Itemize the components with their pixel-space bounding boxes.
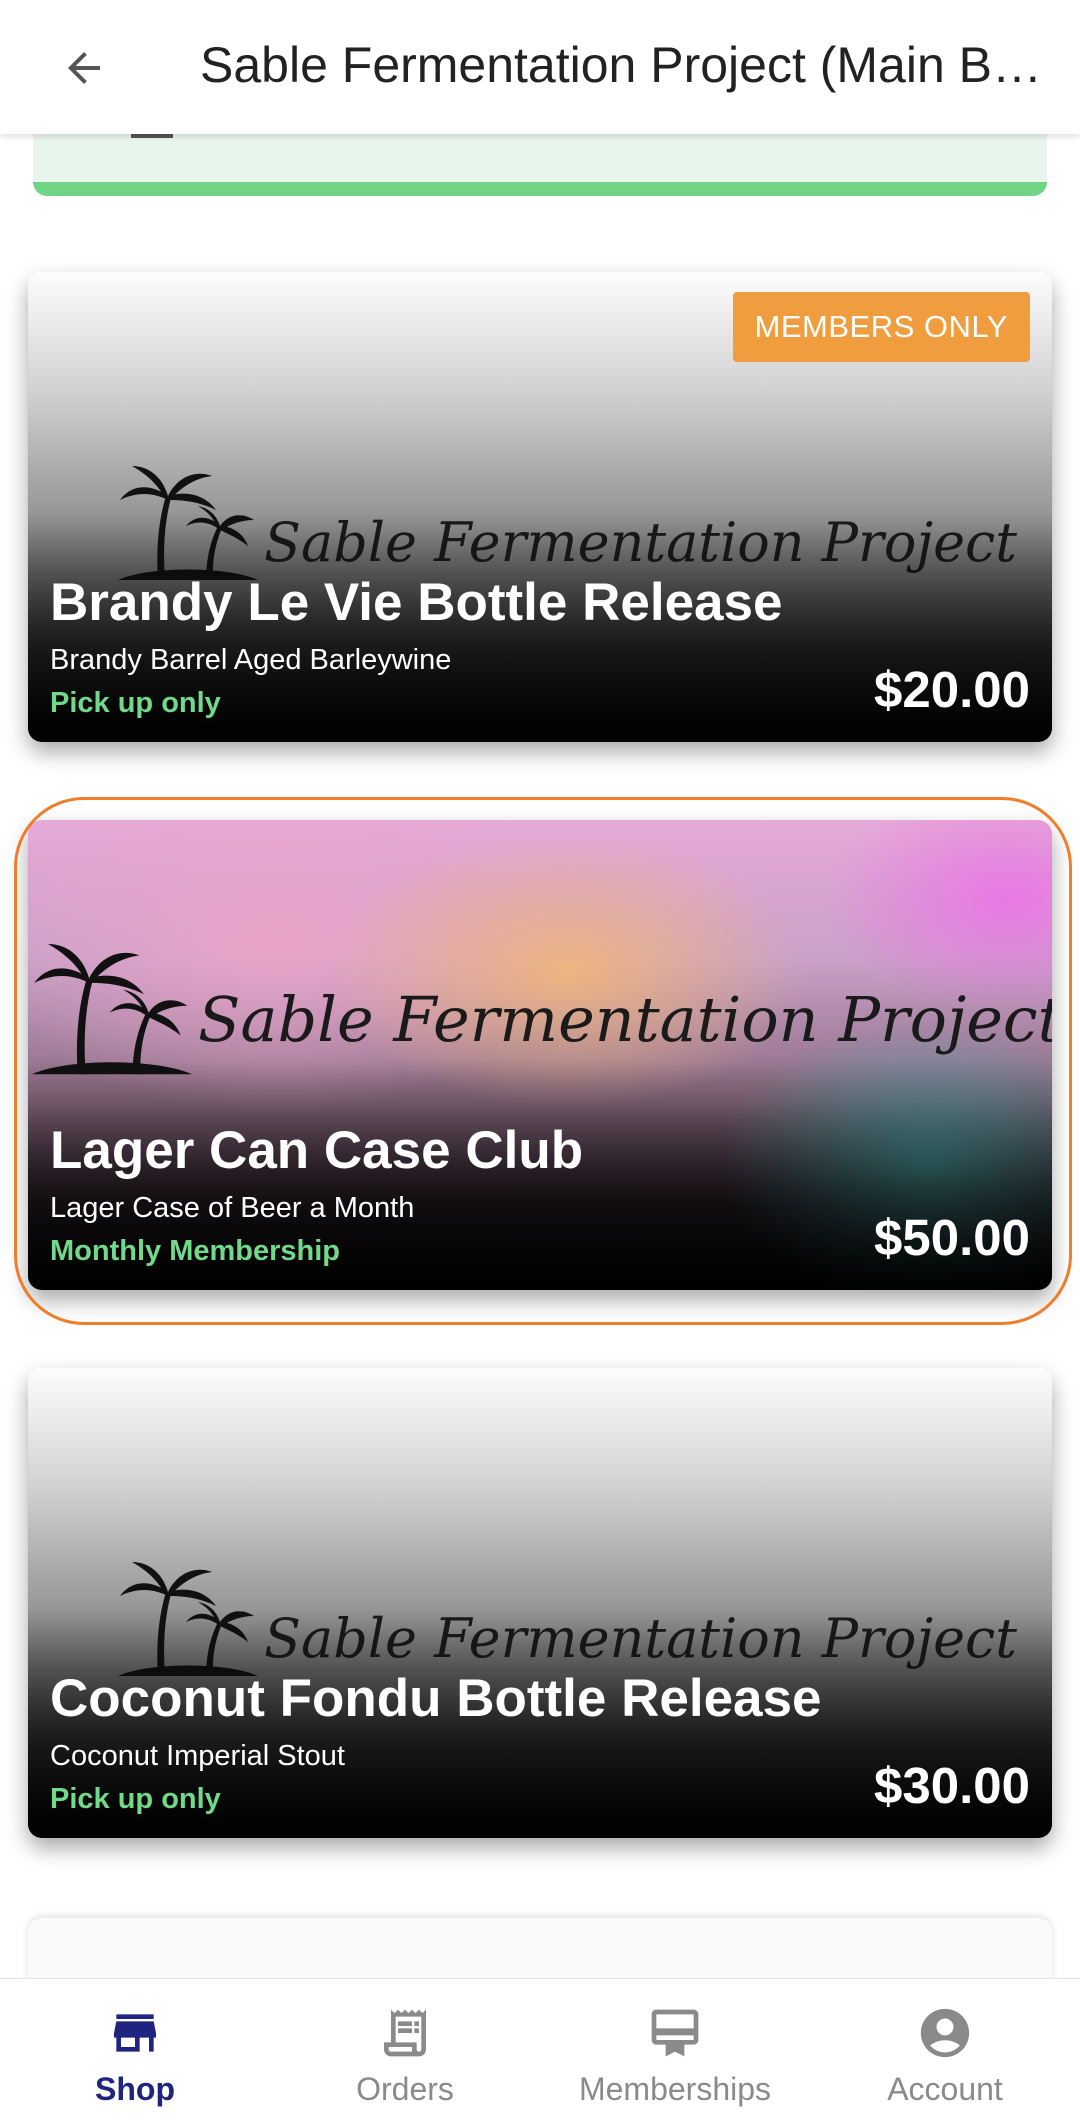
arrow-back-icon [68,52,100,84]
brewery-logo: Sable Fermentation Project [32,938,1052,1078]
membership-card-icon [645,2003,705,2063]
nav-orders[interactable]: Orders [270,1979,540,2123]
product-subtitle: Coconut Imperial Stout [50,1740,345,1772]
bottom-navigation: Shop Orders Memberships Account [0,1978,1080,2123]
product-price: $20.00 [874,661,1030,718]
account-circle-icon [915,2003,975,2063]
nav-label: Orders [356,2071,454,2107]
palm-trees-icon [32,944,192,1075]
nav-shop[interactable]: Shop [0,1979,270,2123]
product-title: Coconut Fondu Bottle Release [50,1669,822,1728]
fulfillment-tag: Pick up only [50,1783,221,1815]
fulfillment-tag: Pick up only [50,687,221,719]
product-price: $30.00 [874,1757,1030,1814]
product-card-lager-can-case-club[interactable]: Sable Fermentation Project Lager Can Cas… [28,820,1052,1290]
fulfillment-tag: Monthly Membership [50,1235,341,1267]
product-price: $50.00 [874,1209,1030,1266]
nav-account[interactable]: Account [810,1979,1080,2123]
back-button[interactable] [44,28,124,108]
nav-label: Memberships [578,2071,772,2107]
product-card-coconut-fondu[interactable]: Sable Fermentation Project Coconut Fondu… [28,1368,1052,1838]
product-card-brandy-le-vie[interactable]: Sable Fermentation Project MEMBERS ONLY … [28,272,1052,742]
logo-text: Sable Fermentation Project [198,983,1052,1056]
product-subtitle: Lager Case of Beer a Month [50,1192,415,1224]
receipt-icon [375,2003,435,2063]
nav-label: Account [887,2071,1003,2107]
nav-label: Shop [95,2071,175,2107]
nav-memberships[interactable]: Memberships [540,1979,810,2123]
page-title: Sable Fermentation Project (Main B… [200,37,1043,93]
app-bar: Sable Fermentation Project (Main B… [0,0,1080,134]
product-title: Lager Can Case Club [50,1121,584,1180]
info-banner [33,134,1047,196]
members-only-badge: MEMBERS ONLY [732,292,1030,362]
product-subtitle: Brandy Barrel Aged Barleywine [50,644,452,676]
store-icon [105,2003,165,2063]
product-title: Brandy Le Vie Bottle Release [50,573,783,632]
